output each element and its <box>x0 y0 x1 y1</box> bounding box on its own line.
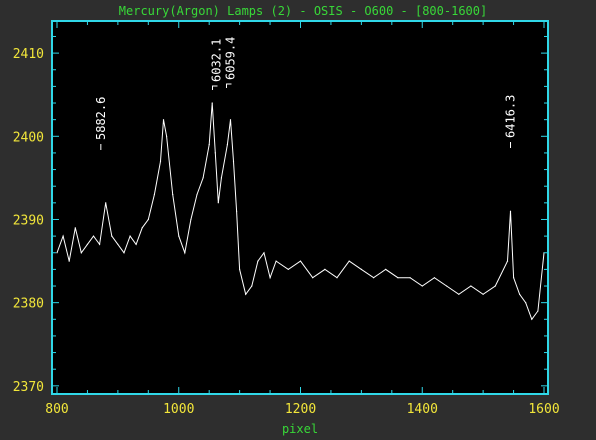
spectrum-data-point <box>166 135 168 137</box>
y-tick-label: 2370 <box>13 380 44 395</box>
spectrum-data-point <box>99 243 101 245</box>
spectrum-data-point <box>324 268 326 270</box>
spectrum-data-point <box>105 202 107 204</box>
spectrum-data-point <box>509 210 512 212</box>
annotation-label: 6059.4 <box>223 37 237 80</box>
spectrum-data-point <box>397 277 399 279</box>
spectrum-data-point <box>537 310 539 312</box>
spectrum-data-point <box>421 285 423 287</box>
spectrum-data-point <box>470 285 472 287</box>
spectrum-data-point <box>257 260 259 262</box>
spectrum-data-point <box>86 243 88 245</box>
chart-figure: 5882.6 6032.1 6059.4 6416.3 800 1000 1200 1400… <box>0 0 596 440</box>
chart-svg: 5882.6 6032.1 6059.4 6416.3 800 1000 1200 1400… <box>13 4 560 436</box>
x-axis-label: pixel <box>282 422 318 436</box>
spectrum-data-point <box>68 260 70 262</box>
annotation-label: 6416.3 <box>504 95 518 138</box>
spectrum-data-point <box>229 119 232 121</box>
spectrum-data-point <box>446 285 448 287</box>
spectrum-data-point <box>141 227 143 229</box>
spectrum-data-point <box>312 277 314 279</box>
spectrum-data-point <box>360 268 362 270</box>
y-tick-label: 2390 <box>13 213 44 228</box>
spectrum-data-point <box>147 218 149 221</box>
y-tick-label: 2400 <box>13 130 44 145</box>
spectrum-data-point <box>373 277 375 279</box>
spectrum-data-point <box>214 152 216 154</box>
spectrum-data-point <box>211 102 213 104</box>
spectrum-data-point <box>269 277 271 279</box>
spectrum-data-point <box>92 235 95 237</box>
spectrum-data-point <box>263 252 265 254</box>
spectrum-data-point <box>531 318 533 320</box>
spectrum-data-point <box>287 268 289 270</box>
spectrum-data-point <box>506 260 509 262</box>
spectrum-data-point <box>525 302 527 304</box>
spectrum-data-point <box>519 293 521 295</box>
spectrum-data-point <box>251 285 253 287</box>
spectrum-data-point <box>56 252 58 254</box>
x-tick-label: 1600 <box>528 402 559 417</box>
spectrum-data-point <box>239 268 241 270</box>
spectrum-data-point <box>275 260 277 262</box>
spectrum-data-point <box>226 144 228 146</box>
plot-background <box>52 21 548 394</box>
spectrum-data-point <box>348 260 350 262</box>
spectrum-data-point <box>433 277 435 279</box>
spectrum-data-point <box>135 243 137 245</box>
x-tick-label: 800 <box>45 402 68 417</box>
spectrum-data-point <box>458 293 460 295</box>
spectrum-data-point <box>513 277 515 279</box>
spectrum-data-point <box>208 144 210 146</box>
spectrum-data-point <box>217 202 219 204</box>
spectrum-data-point <box>245 293 247 295</box>
spectrum-data-point <box>178 235 180 237</box>
spectrum-data-point <box>494 285 496 287</box>
spectrum-data-point <box>202 177 204 179</box>
spectrum-data-point <box>190 218 192 221</box>
spectrum-data-point <box>196 193 198 196</box>
x-tick-label: 1000 <box>163 402 194 417</box>
y-tick-label: 2380 <box>13 297 44 312</box>
spectrum-data-point <box>162 119 165 121</box>
spectrum-data-point <box>482 293 484 295</box>
x-tick-label: 1200 <box>285 402 316 417</box>
x-tick-label: 1400 <box>407 402 438 417</box>
annotation-label: 6032.1 <box>209 39 223 82</box>
spectrum-data-point <box>74 227 76 229</box>
spectrum-data-point <box>129 235 131 237</box>
spectrum-data-point <box>184 252 186 254</box>
spectrum-data-point <box>123 252 125 254</box>
spectrum-data-point <box>232 160 235 162</box>
spectrum-data-point <box>117 243 119 245</box>
spectrum-data-point <box>336 277 338 279</box>
chart-title: Mercury(Argon) Lamps (2) - OSIS - O600 -… <box>119 4 487 18</box>
spectrum-data-point <box>172 193 174 196</box>
spectrum-data-point <box>62 235 64 237</box>
spectrum-data-point <box>409 277 411 279</box>
spectrum-data-point <box>111 235 113 237</box>
spectrum-data-point <box>159 160 162 162</box>
spectrum-data-point <box>220 177 222 179</box>
spectrum-data-point <box>153 193 155 196</box>
y-tick-label: 2410 <box>13 47 44 62</box>
spectrum-data-point <box>80 252 82 254</box>
spectrum-data-point <box>299 260 302 262</box>
spectrum-data-point <box>385 268 387 270</box>
annotation-label: 5882.6 <box>94 97 108 140</box>
spectrum-data-point <box>236 210 238 212</box>
